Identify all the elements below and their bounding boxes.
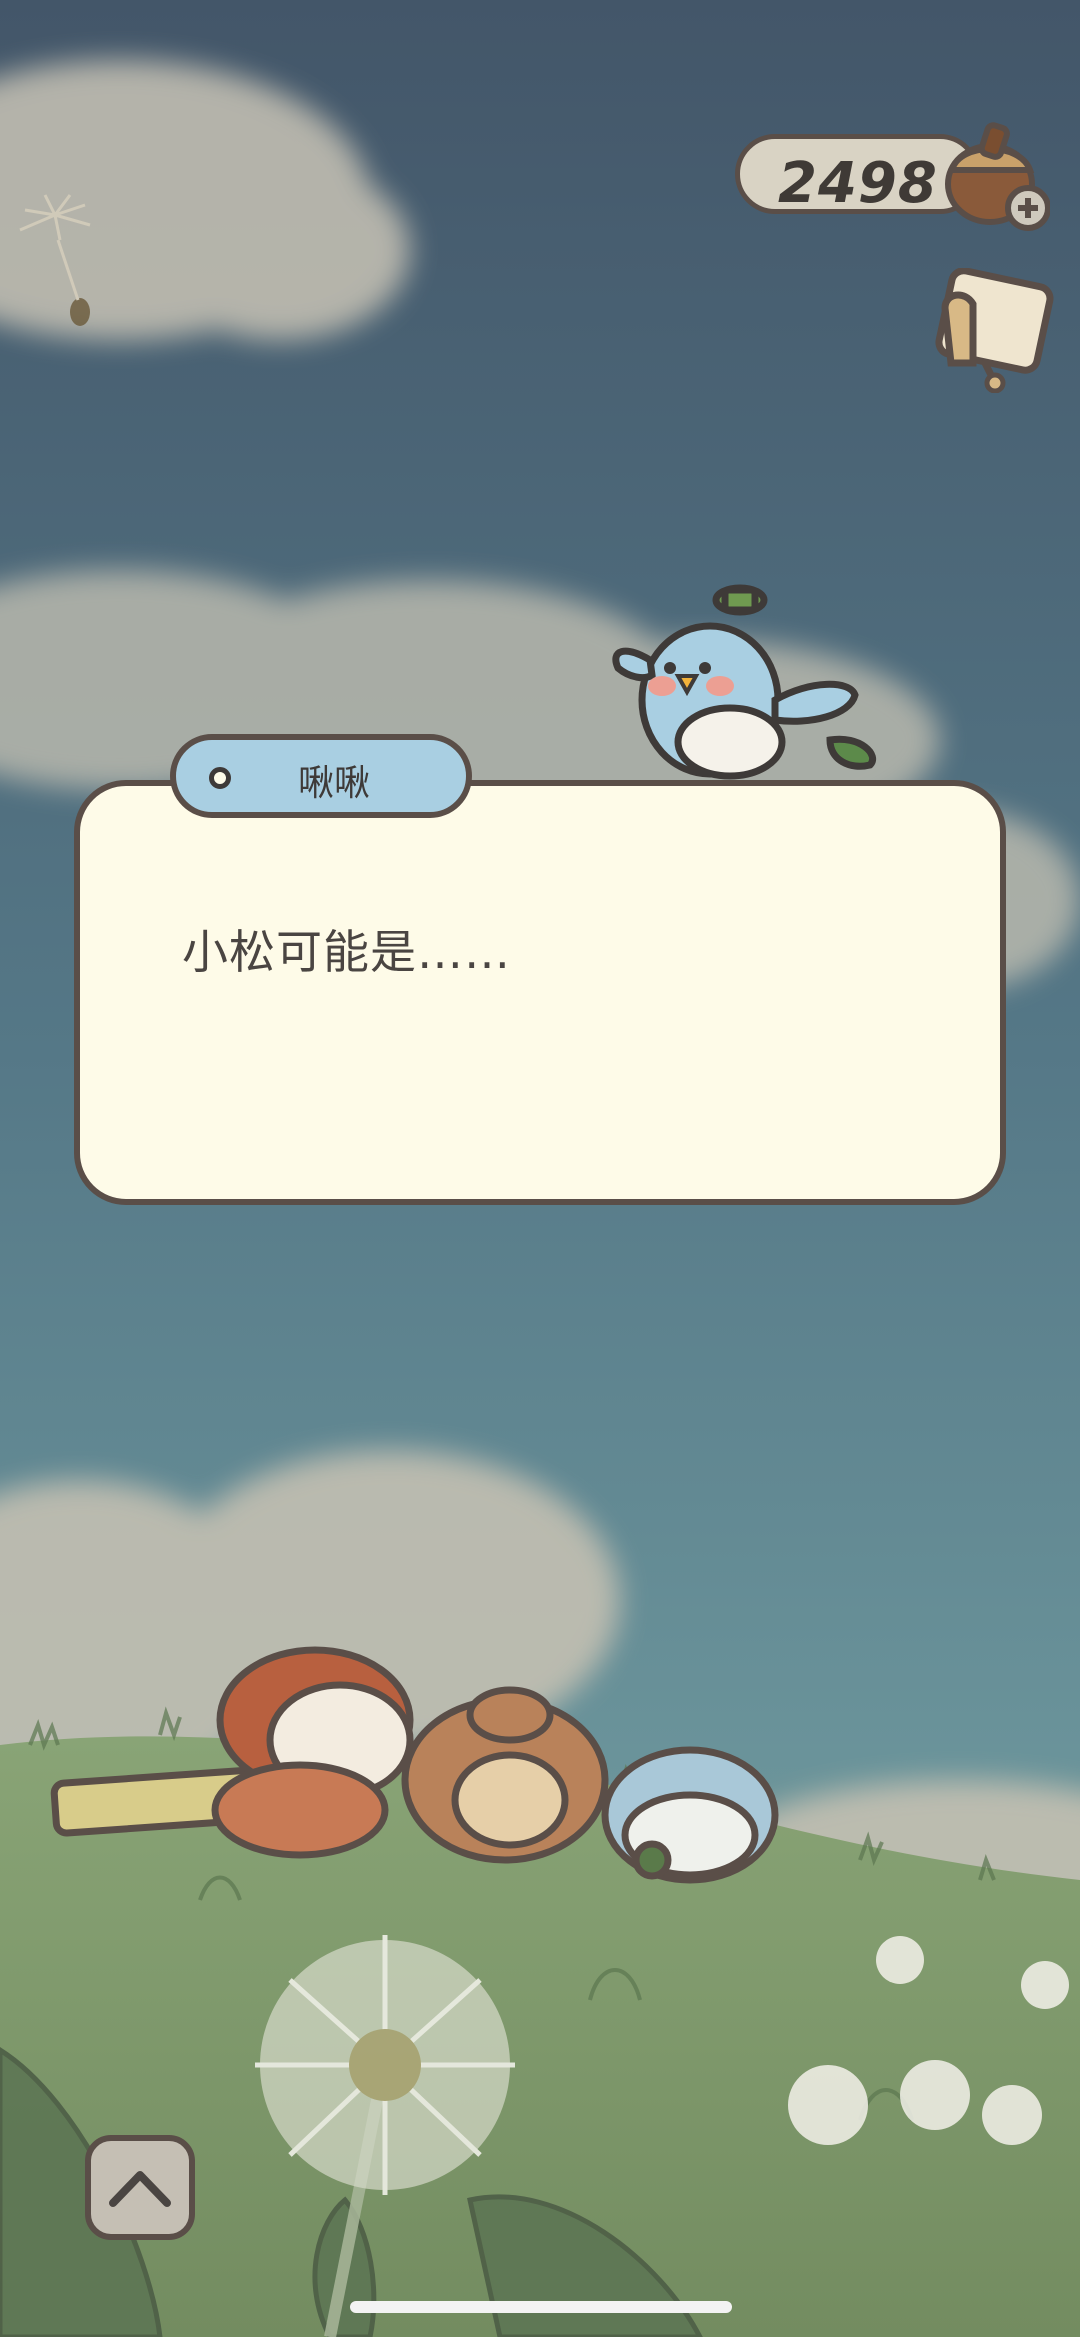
dialog-box[interactable]: 小松可能是…… [74,780,1006,1205]
currency-counter: 2498 [735,122,1050,231]
dialog-text: 小松可能是…… [182,925,511,979]
chevron-up-icon [109,2171,171,2207]
expand-button[interactable] [85,2135,195,2240]
acorn-icon [945,122,1050,231]
notepad-icon [935,268,1054,393]
home-indicator[interactable] [350,2301,732,2313]
currency-value: 2498 [778,151,938,216]
notes-button[interactable] [925,268,1060,393]
speaker-name-tag: 啾啾 [170,734,472,818]
speaker-name: 啾啾 [297,763,370,804]
